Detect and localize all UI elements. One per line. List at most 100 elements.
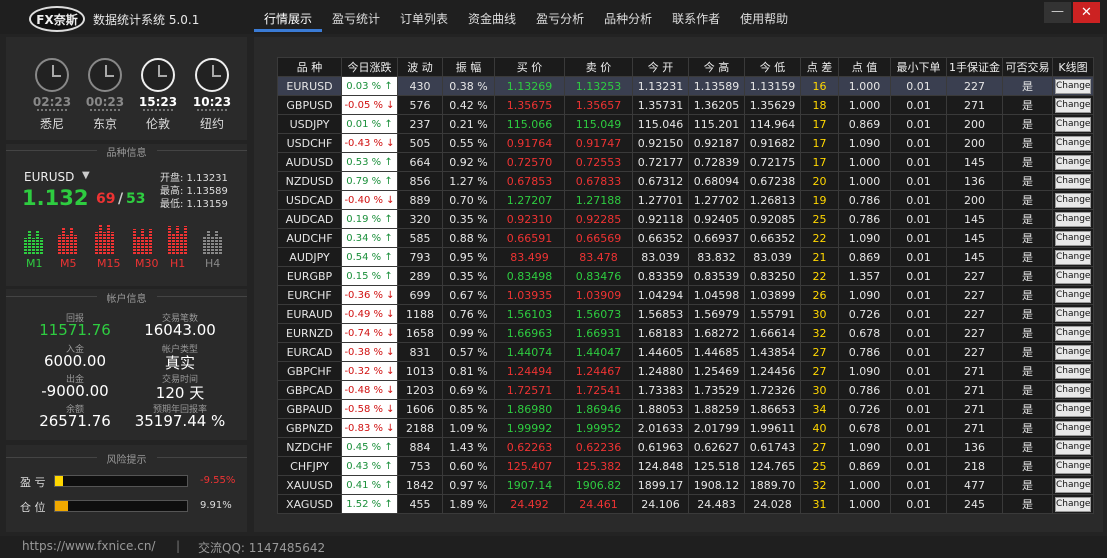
table-row[interactable]: EURNZD -0.74 % ↓ 1658 0.99 % 1.66963 1.66931 1…: [277, 323, 1094, 343]
table-cell: 271: [946, 361, 1003, 381]
change-chart-button[interactable]: Change: [1055, 136, 1091, 151]
table-row[interactable]: GBPAUD -0.58 % ↓ 1606 0.85 % 1.86980 1.86946 1…: [277, 399, 1094, 419]
table-cell: 753: [397, 456, 443, 476]
table-row[interactable]: EURAUD -0.49 % ↓ 1188 0.76 % 1.56103 1.56073 1…: [277, 304, 1094, 324]
col-header: 买 价: [494, 57, 565, 77]
table-cell: 0.01: [890, 95, 947, 115]
table-row[interactable]: GBPCHF -0.32 % ↓ 1013 0.81 % 1.24494 1.24467 1…: [277, 361, 1094, 381]
table-cell: 1.090: [838, 228, 891, 248]
table-cell: AUDCAD: [277, 209, 342, 229]
quotes-table: 品 种今日涨跌波 动振 幅买 价卖 价今 开今 高今 低点 差点 值最小下单 1手…: [277, 57, 1094, 514]
change-chart-button[interactable]: Change: [1055, 364, 1091, 379]
change-chart-button[interactable]: Change: [1055, 478, 1091, 493]
tab-1[interactable]: 行情展示: [254, 6, 323, 32]
tab-7[interactable]: 联系作者: [662, 6, 730, 32]
tab-6[interactable]: 品种分析: [594, 6, 662, 32]
change-chart-button[interactable]: Change: [1055, 98, 1091, 113]
minimize-button[interactable]: —: [1044, 2, 1071, 23]
tf-label-h1[interactable]: H1: [170, 257, 185, 270]
table-cell: 0.43 % ↑: [341, 456, 398, 476]
table-cell: 0.83476: [564, 266, 633, 286]
change-chart-button[interactable]: Change: [1055, 421, 1091, 436]
change-chart-button[interactable]: Change: [1055, 459, 1091, 474]
table-cell: 27: [800, 437, 839, 457]
table-row[interactable]: AUDUSD 0.53 % ↑ 664 0.92 % 0.72570 0.72553 0.7…: [277, 152, 1094, 172]
table-cell: 0.786: [838, 380, 891, 400]
table-row[interactable]: EURCHF -0.36 % ↓ 699 0.67 % 1.03935 1.03909 1.…: [277, 285, 1094, 305]
table-cell: 227: [946, 323, 1003, 343]
table-row[interactable]: AUDJPY 0.54 % ↑ 793 0.95 % 83.499 83.478 83.03…: [277, 247, 1094, 267]
table-row[interactable]: GBPUSD -0.05 % ↓ 576 0.42 % 1.35675 1.35657 1.…: [277, 95, 1094, 115]
chevron-down-icon[interactable]: ▼: [82, 170, 90, 181]
table-row[interactable]: CHFJPY 0.43 % ↑ 753 0.60 % 125.407 125.382 124…: [277, 456, 1094, 476]
table-row[interactable]: GBPCAD -0.48 % ↓ 1203 0.69 % 1.72571 1.72541 1…: [277, 380, 1094, 400]
change-chart-button[interactable]: Change: [1055, 497, 1091, 512]
table-row[interactable]: NZDUSD 0.79 % ↑ 856 1.27 % 0.67853 0.67833 0.6…: [277, 171, 1094, 191]
symbol-selector[interactable]: EURUSD: [24, 170, 74, 184]
table-row[interactable]: AUDCHF 0.34 % ↑ 585 0.88 % 0.66591 0.66569 0.6…: [277, 228, 1094, 248]
profit-risk-bar: [54, 475, 188, 487]
kline-cell: Change: [1052, 380, 1094, 400]
change-chart-button[interactable]: Change: [1055, 440, 1091, 455]
tf-label-m1[interactable]: M1: [26, 257, 43, 270]
close-button[interactable]: ✕: [1073, 2, 1100, 23]
table-row[interactable]: XAUUSD 0.41 % ↑ 1842 0.97 % 1907.14 1906.82 18…: [277, 475, 1094, 495]
change-chart-button[interactable]: Change: [1055, 231, 1091, 246]
strength-bar: [32, 238, 35, 254]
change-chart-button[interactable]: Change: [1055, 193, 1091, 208]
change-chart-button[interactable]: Change: [1055, 269, 1091, 284]
col-header: 今 高: [688, 57, 745, 77]
table-row[interactable]: GBPNZD -0.83 % ↓ 2188 1.09 % 1.99992 1.99952 2…: [277, 418, 1094, 438]
clock-city: 悉尼: [39, 117, 64, 131]
table-row[interactable]: XAGUSD 1.52 % ↑ 455 1.89 % 24.492 24.461 24.10…: [277, 494, 1094, 514]
tab-4[interactable]: 资金曲线: [458, 6, 526, 32]
table-cell: 699: [397, 285, 443, 305]
kline-cell: Change: [1052, 418, 1094, 438]
strength-bar: [203, 237, 206, 254]
change-chart-button[interactable]: Change: [1055, 326, 1091, 341]
change-chart-button[interactable]: Change: [1055, 345, 1091, 360]
change-chart-button[interactable]: Change: [1055, 117, 1091, 132]
table-cell: 793: [397, 247, 443, 267]
table-cell: 是: [1002, 266, 1053, 286]
change-chart-button[interactable]: Change: [1055, 250, 1091, 265]
tab-2[interactable]: 盈亏统计: [322, 6, 390, 32]
tab-8[interactable]: 使用帮助: [730, 6, 798, 32]
table-cell: 1.27701: [632, 190, 689, 210]
change-chart-button[interactable]: Change: [1055, 174, 1091, 189]
change-chart-button[interactable]: Change: [1055, 402, 1091, 417]
account-value: 11571.76: [39, 321, 111, 339]
table-cell: 0.01: [890, 285, 947, 305]
table-cell: 0.92118: [632, 209, 689, 229]
change-chart-button[interactable]: Change: [1055, 212, 1091, 227]
table-row[interactable]: NZDCHF 0.45 % ↑ 884 1.43 % 0.62263 0.62236 0.6…: [277, 437, 1094, 457]
table-row[interactable]: USDJPY 0.01 % ↑ 237 0.21 % 115.066 115.049 115…: [277, 114, 1094, 134]
change-chart-button[interactable]: Change: [1055, 155, 1091, 170]
tf-label-m30[interactable]: M30: [135, 257, 159, 270]
table-cell: 19: [800, 190, 839, 210]
table-cell: 1.357: [838, 266, 891, 286]
table-cell: 1.13231: [632, 76, 689, 96]
table-cell: 1.73383: [632, 380, 689, 400]
website-link[interactable]: https://www.fxnice.cn/: [22, 539, 155, 553]
table-row[interactable]: EURCAD -0.38 % ↓ 831 0.57 % 1.44074 1.44047 1.…: [277, 342, 1094, 362]
tf-label-m5[interactable]: M5: [60, 257, 77, 270]
tab-5[interactable]: 盈亏分析: [526, 6, 594, 32]
table-row[interactable]: USDCHF -0.43 % ↓ 505 0.55 % 0.91764 0.91747 0.…: [277, 133, 1094, 153]
table-cell: 0.678: [838, 323, 891, 343]
clock-city: 纽约: [199, 117, 224, 131]
change-chart-button[interactable]: Change: [1055, 307, 1091, 322]
table-row[interactable]: EURGBP 0.15 % ↑ 289 0.35 % 0.83498 0.83476 0.8…: [277, 266, 1094, 286]
table-cell: 25: [800, 209, 839, 229]
table-row[interactable]: AUDCAD 0.19 % ↑ 320 0.35 % 0.92310 0.92285 0.9…: [277, 209, 1094, 229]
table-cell: -0.49 % ↓: [341, 304, 398, 324]
tf-label-m15[interactable]: M15: [97, 257, 121, 270]
tf-label-h4[interactable]: H4: [205, 257, 220, 270]
tab-3[interactable]: 订单列表: [390, 6, 458, 32]
change-chart-button[interactable]: Change: [1055, 288, 1091, 303]
table-cell: 0.869: [838, 247, 891, 267]
change-chart-button[interactable]: Change: [1055, 79, 1091, 94]
change-chart-button[interactable]: Change: [1055, 383, 1091, 398]
table-row[interactable]: EURUSD 0.03 % ↑ 430 0.38 % 1.13269 1.13253 1.1…: [277, 76, 1094, 96]
table-row[interactable]: USDCAD -0.40 % ↓ 889 0.70 % 1.27207 1.27188 1.…: [277, 190, 1094, 210]
